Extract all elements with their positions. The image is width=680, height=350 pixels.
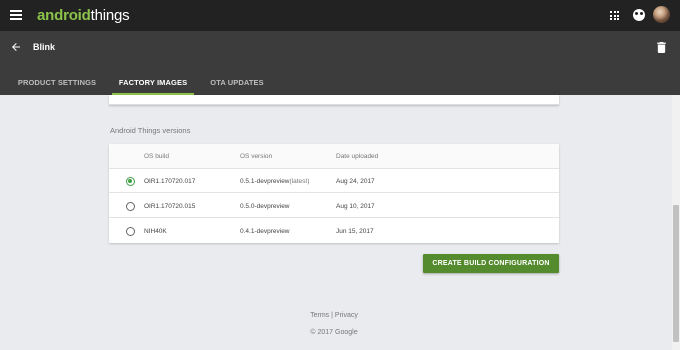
previous-section-card <box>109 95 559 105</box>
apps-grid-icon[interactable] <box>610 11 619 20</box>
android-things-logo[interactable]: androidthings <box>37 7 130 24</box>
table-header: OS build OS version Date uploaded <box>109 144 559 169</box>
privacy-link[interactable]: Privacy <box>335 312 358 319</box>
versions-table: OS build OS version Date uploaded OIR1.1… <box>109 144 559 243</box>
os-version-cell: 0.5.0-devpreview <box>240 203 290 210</box>
avatar[interactable] <box>653 6 670 23</box>
os-build-cell: OIR1.170720.017 <box>144 178 196 185</box>
tab-ota-updates[interactable]: OTA UPDATES <box>205 70 269 95</box>
latest-tag: (latest) <box>289 178 310 185</box>
section-title: Android Things versions <box>110 126 191 135</box>
create-build-configuration-button[interactable]: CREATE BUILD CONFIGURATION <box>423 254 559 273</box>
column-header-os-build: OS build <box>144 153 169 160</box>
footer-links: Terms | Privacy <box>0 312 668 319</box>
date-cell: Jun 15, 2017 <box>336 228 374 235</box>
radio-unselected-icon[interactable] <box>126 227 135 236</box>
date-cell: Aug 24, 2017 <box>336 178 375 185</box>
tab-bar: PRODUCT SETTINGS FACTORY IMAGES OTA UPDA… <box>0 70 680 95</box>
table-row[interactable]: NIH40K 0.4.1-devpreview Jun 15, 2017 <box>109 219 559 243</box>
scrollbar-thumb[interactable] <box>673 205 679 342</box>
table-row[interactable]: OIR1.170720.015 0.5.0-devpreview Aug 10,… <box>109 194 559 218</box>
os-version-text: 0.5.1-devpreview <box>240 178 290 185</box>
column-header-date-uploaded: Date uploaded <box>336 153 379 160</box>
radio-unselected-icon[interactable] <box>126 202 135 211</box>
menu-icon[interactable] <box>10 10 22 20</box>
logo-text-things: things <box>90 7 130 24</box>
column-header-os-version: OS version <box>240 153 273 160</box>
logo-text-android: android <box>37 7 91 24</box>
terms-link[interactable]: Terms <box>310 312 329 319</box>
footer-separator: | <box>331 312 333 319</box>
account-switcher-icon[interactable] <box>633 9 645 21</box>
project-header: Blink PRODUCT SETTINGS FACTORY IMAGES OT… <box>0 31 680 95</box>
delete-icon[interactable] <box>657 42 666 53</box>
os-version-cell: 0.5.1-devpreview(latest) <box>240 178 309 185</box>
date-cell: Aug 10, 2017 <box>336 203 375 210</box>
tab-product-settings[interactable]: PRODUCT SETTINGS <box>14 70 100 95</box>
radio-selected-icon[interactable] <box>126 177 135 186</box>
os-version-cell: 0.4.1-devpreview <box>240 228 290 235</box>
os-build-cell: NIH40K <box>144 228 167 235</box>
back-arrow-icon[interactable] <box>10 41 22 53</box>
copyright: © 2017 Google <box>310 329 358 336</box>
top-app-bar: androidthings <box>0 0 680 31</box>
project-title: Blink <box>33 42 56 52</box>
os-build-cell: OIR1.170720.015 <box>144 203 196 210</box>
tab-factory-images[interactable]: FACTORY IMAGES <box>112 70 194 95</box>
table-row[interactable]: OIR1.170720.017 0.5.1-devpreview(latest)… <box>109 169 559 193</box>
